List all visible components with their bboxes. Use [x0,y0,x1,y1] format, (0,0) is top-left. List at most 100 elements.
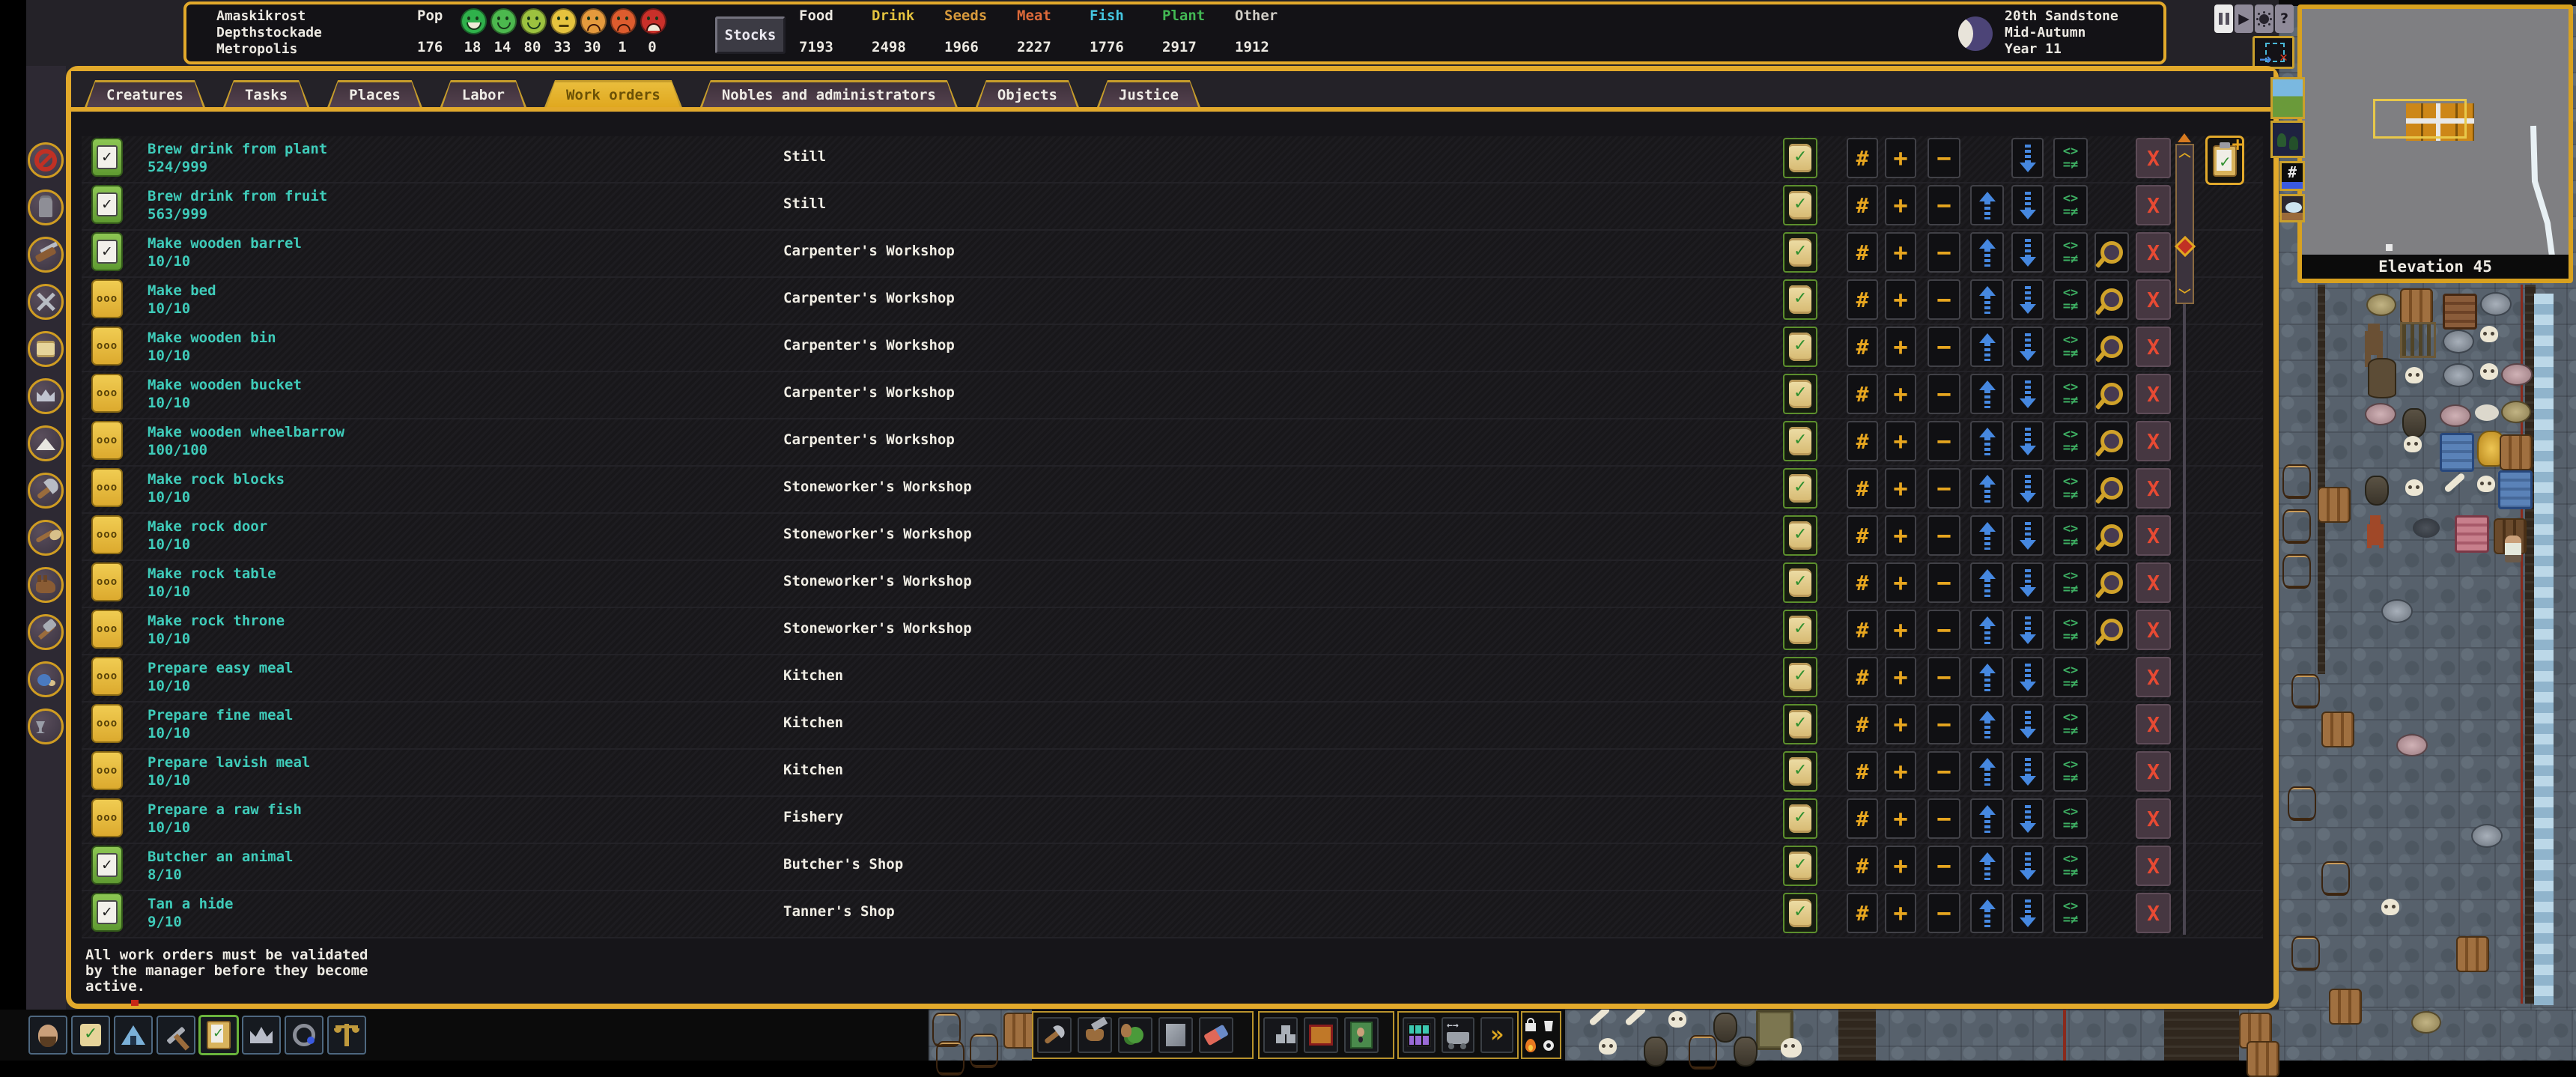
remove-order-button[interactable]: X [2136,421,2171,461]
stamps-grid-button[interactable] [1403,1017,1436,1053]
settings-gear-icon[interactable] [2255,4,2273,33]
set-amount-button[interactable]: # [1847,138,1878,178]
battle-axe-icon[interactable] [28,473,64,509]
workshop-search-button[interactable] [2094,562,2129,603]
workshop-search-button[interactable] [2094,374,2129,414]
order-status-button[interactable]: ✓ ooo [91,374,123,413]
conditions-button[interactable]: <>=≠ [2053,138,2088,178]
labor-hammer-button[interactable] [157,1016,195,1055]
zone-painting-button[interactable] [1344,1017,1379,1053]
remove-order-button[interactable]: X [2136,610,2171,650]
increase-amount-button[interactable]: + [1885,327,1916,367]
mine-pick-button[interactable] [1037,1017,1072,1053]
pacifier-icon[interactable] [28,661,64,697]
conditions-button[interactable]: <>=≠ [2053,893,2088,933]
increase-amount-button[interactable]: + [1885,562,1916,603]
remove-order-button[interactable]: X [2136,279,2171,320]
decrease-amount-button[interactable]: − [1928,185,1960,225]
move-up-button[interactable] [1970,374,2004,414]
build-hammer-button[interactable] [1263,1017,1298,1053]
move-up-button[interactable] [1970,704,2004,744]
order-details-button[interactable]: ✓ [1783,610,1817,650]
increase-amount-button[interactable]: + [1885,751,1916,792]
remove-order-button[interactable]: X [2136,374,2171,414]
workshop-search-button[interactable] [2094,279,2129,320]
move-down-button[interactable] [2011,846,2044,886]
donkey-icon[interactable] [28,567,64,603]
order-details-button[interactable]: ✓ [1783,185,1817,225]
tab-creatures[interactable]: Creatures [85,80,205,107]
mountain-sun-icon[interactable] [28,425,64,461]
move-down-button[interactable] [2011,327,2044,367]
move-down-button[interactable] [2011,704,2044,744]
order-details-button[interactable]: ✓ [1783,751,1817,792]
keyboard-cursor-toggle-icon[interactable]: →✕ [2253,36,2294,69]
conditions-button[interactable]: <>=≠ [2053,751,2088,792]
daytime-scene-icon[interactable] [2270,77,2305,119]
mallet-icon[interactable] [28,614,64,650]
move-up-button[interactable] [1970,232,2004,273]
order-status-button[interactable]: ✓ ooo [91,138,123,177]
increase-amount-button[interactable]: + [1885,138,1916,178]
pick-and-pouch-icon[interactable] [28,520,64,556]
erase-button[interactable] [1199,1017,1233,1053]
remove-order-button[interactable]: X [2136,798,2171,839]
increase-amount-button[interactable]: + [1885,893,1916,933]
decrease-amount-button[interactable]: − [1928,138,1960,178]
conditions-button[interactable]: <>=≠ [2053,562,2088,603]
conditions-button[interactable]: <>=≠ [2053,610,2088,650]
move-up-button[interactable] [1970,562,2004,603]
move-down-button[interactable] [2011,893,2044,933]
tab-nobles-and-administrators[interactable]: Nobles and administrators [700,80,958,107]
tab-labor[interactable]: Labor [440,80,526,107]
stocks-button[interactable]: Stocks [715,16,786,54]
order-details-button[interactable]: ✓ [1783,893,1817,933]
conditions-button[interactable]: <>=≠ [2053,421,2088,461]
night-scene-icon[interactable] [2270,121,2305,158]
help-icon[interactable]: ? [2275,4,2294,33]
conditions-button[interactable]: <>=≠ [2053,374,2088,414]
remove-order-button[interactable]: X [2136,893,2171,933]
increase-amount-button[interactable]: + [1885,232,1916,273]
move-up-button[interactable] [1970,846,2004,886]
order-status-button[interactable]: ✓ ooo [91,232,123,271]
move-down-button[interactable] [2011,562,2044,603]
increase-amount-button[interactable]: + [1885,374,1916,414]
order-details-button[interactable]: ✓ [1783,798,1817,839]
tab-work-orders[interactable]: Work orders [544,80,682,107]
play-icon[interactable]: ▶ [2235,4,2253,33]
remove-order-button[interactable]: X [2136,657,2171,697]
work-orders-clipboard-button[interactable] [199,1016,238,1055]
increase-amount-button[interactable]: + [1885,610,1916,650]
increase-amount-button[interactable]: + [1885,657,1916,697]
workshop-search-button[interactable] [2094,468,2129,509]
scrollbar-thumb[interactable]: ︿ ﹀ [2175,144,2194,304]
decrease-amount-button[interactable]: − [1928,610,1960,650]
order-details-button[interactable]: ✓ [1783,327,1817,367]
set-amount-button[interactable]: # [1847,374,1878,414]
order-status-button[interactable]: ✓ ooo [91,185,123,224]
move-down-button[interactable] [2011,515,2044,556]
smooth-stone-button[interactable] [1158,1017,1193,1053]
workshop-search-button[interactable] [2094,610,2129,650]
set-amount-button[interactable]: # [1847,751,1878,792]
workshop-search-button[interactable] [2094,421,2129,461]
increase-amount-button[interactable]: + [1885,846,1916,886]
decrease-amount-button[interactable]: − [1928,232,1960,273]
set-amount-button[interactable]: # [1847,704,1878,744]
decrease-amount-button[interactable]: − [1928,327,1960,367]
minimap[interactable]: Elevation 45 [2297,4,2573,283]
crossed-swords-icon[interactable] [28,284,64,320]
order-status-button[interactable]: ✓ ooo [91,704,123,743]
order-status-button[interactable]: ✓ ooo [91,751,123,790]
remove-order-button[interactable]: X [2136,185,2171,225]
set-amount-button[interactable]: # [1847,893,1878,933]
conditions-button[interactable]: <>=≠ [2053,279,2088,320]
decrease-amount-button[interactable]: − [1928,704,1960,744]
decrease-amount-button[interactable]: − [1928,515,1960,556]
set-amount-button[interactable]: # [1847,562,1878,603]
weather-cloud-icon[interactable] [2279,194,2305,222]
set-amount-button[interactable]: # [1847,185,1878,225]
set-amount-button[interactable]: # [1847,232,1878,273]
order-status-button[interactable]: ✓ ooo [91,421,123,460]
